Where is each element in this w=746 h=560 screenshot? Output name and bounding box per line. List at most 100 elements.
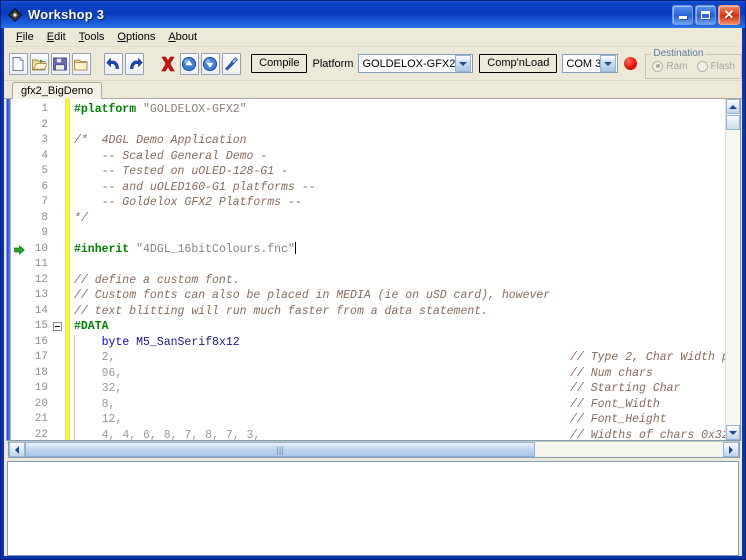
line-number-text: 16 — [34, 335, 48, 348]
fold-slot — [51, 397, 65, 413]
down-button[interactable] — [200, 52, 220, 75]
code-line: 4, 4, 6, 8, 7, 8, 7, 3, // Widths of char… — [70, 428, 725, 441]
code-line: 8, // Font_Width — [70, 397, 725, 413]
trailing-comment: // Font_Width — [570, 397, 660, 411]
fold-slot — [51, 257, 65, 273]
line-number: 19 — [11, 381, 51, 397]
line-number-gutter: 123456789101112131415161718192021222324 — [11, 99, 51, 440]
line-number-text: 10 — [34, 242, 48, 255]
close-file-button[interactable] — [71, 52, 91, 75]
code-token: "4DGL_16bitColours.fnc" — [136, 242, 295, 256]
code-token: 12, — [101, 413, 123, 426]
code-line: 96, // Num chars — [70, 366, 725, 382]
maximize-button[interactable] — [695, 4, 716, 25]
undo-button[interactable] — [104, 52, 124, 75]
editor-region: 123456789101112131415161718192021222324 … — [4, 99, 742, 458]
redo-button[interactable] — [125, 52, 145, 75]
compile-button[interactable]: Compile — [251, 54, 308, 73]
horizontal-scrollbar-track[interactable] — [535, 442, 723, 457]
code-token: 32, — [101, 382, 123, 395]
scroll-left-button[interactable] — [9, 442, 25, 457]
menu-item-tools[interactable]: Tools — [73, 29, 112, 45]
editor-horizontal-scrollbar[interactable]: ||| — [8, 441, 740, 458]
com-port-select[interactable]: COM 3 — [562, 54, 619, 73]
trailing-comment: // Starting Char — [570, 382, 681, 395]
code-folding-column[interactable] — [51, 99, 65, 440]
line-number: 9 — [11, 226, 51, 242]
menu-item-about[interactable]: About — [162, 29, 204, 45]
code-line: // text blitting will run much faster fr… — [70, 304, 725, 320]
save-file-button[interactable] — [50, 52, 70, 75]
fold-collapse-icon[interactable] — [53, 322, 62, 331]
code-token: "GOLDELOX-GFX2" — [143, 103, 247, 116]
vertical-scrollbar-track[interactable] — [726, 130, 740, 425]
delete-button[interactable] — [158, 53, 178, 75]
fold-slot — [51, 118, 65, 134]
code-token: 2, — [101, 351, 116, 364]
line-number-text: 2 — [41, 118, 48, 131]
trailing-comment: // Num chars — [570, 366, 653, 380]
trailing-comment: // Font_Height — [570, 413, 667, 426]
destination-radio-flash[interactable]: Flash — [696, 60, 735, 72]
redo-arrow-icon — [127, 56, 143, 72]
destination-legend: Destination — [651, 47, 706, 59]
line-number: 10 — [11, 242, 51, 258]
menu-item-file[interactable]: FFileile — [10, 29, 41, 45]
bookmark-arrow-icon[interactable] — [14, 244, 25, 255]
code-token: 96, — [101, 366, 123, 380]
code-line: #inherit "4DGL_16bitColours.fnc" — [70, 241, 725, 258]
code-line: -- and uOLED160-G1 platforms -- — [70, 180, 725, 196]
chevron-down-icon[interactable] — [455, 55, 472, 72]
fold-slot — [51, 102, 65, 118]
editor-vertical-scrollbar[interactable] — [725, 99, 740, 440]
new-file-button[interactable] — [9, 52, 28, 75]
close-button[interactable]: ✕ — [718, 4, 740, 25]
code-text-area[interactable]: #platform "GOLDELOX-GFX2" /* 4DGL Demo Ap… — [70, 99, 725, 440]
code-token: #inherit — [74, 242, 130, 256]
vertical-scrollbar-thumb[interactable] — [726, 115, 740, 130]
radio-flash-icon[interactable] — [696, 60, 708, 72]
output-panel[interactable] — [7, 461, 739, 556]
application-window: Workshop 3 ✕ FFileile Edit Tools Options… — [0, 0, 746, 560]
fold-slot — [51, 381, 65, 397]
scroll-right-button[interactable] — [723, 442, 739, 457]
open-file-button[interactable] — [29, 52, 49, 75]
code-line: 2, // Type 2, Char Width preceeds ch — [70, 350, 725, 366]
menu-item-options[interactable]: Options — [111, 29, 162, 45]
scroll-up-button[interactable] — [726, 99, 740, 114]
menu-item-edit[interactable]: Edit — [41, 29, 73, 45]
platform-select[interactable]: GOLDELOX-GFX2 — [358, 54, 474, 73]
line-number-text: 17 — [34, 351, 48, 363]
radio-ram-icon[interactable] — [652, 60, 664, 72]
code-editor[interactable]: 123456789101112131415161718192021222324 … — [6, 99, 741, 441]
destination-radio-ram[interactable]: Ram — [652, 60, 688, 72]
scroll-down-button[interactable] — [726, 425, 740, 440]
platform-label: Platform — [312, 57, 354, 70]
comp-n-load-button[interactable]: Comp'nLoad — [479, 54, 558, 73]
up-button[interactable] — [180, 52, 199, 75]
scroll-up-icon — [729, 104, 737, 109]
folder-icon — [73, 56, 89, 72]
horizontal-scrollbar-thumb[interactable]: ||| — [25, 442, 535, 457]
code-token: -- and uOLED160-G1 platforms -- — [74, 180, 316, 194]
line-number: 21 — [11, 412, 51, 428]
tools-button[interactable] — [221, 52, 241, 75]
code-line: 12, // Font_Height — [70, 412, 725, 428]
trailing-comment: // Widths of chars 0x32 to 0x39 — [570, 428, 725, 441]
window-controls: ✕ — [672, 4, 740, 25]
line-number: 14 — [11, 304, 51, 320]
line-number-text: 9 — [41, 227, 48, 239]
maximize-icon — [701, 10, 710, 19]
code-token: #platform — [74, 103, 137, 116]
minimize-button[interactable] — [672, 4, 693, 25]
code-token: byte — [101, 335, 130, 349]
chevron-down-icon[interactable] — [600, 55, 617, 72]
code-line: byte M5_SanSerif8x12 — [70, 335, 725, 351]
line-number: 3 — [11, 133, 51, 149]
tab-gfx2-bigdemo[interactable]: gfx2_BigDemo — [12, 82, 103, 99]
